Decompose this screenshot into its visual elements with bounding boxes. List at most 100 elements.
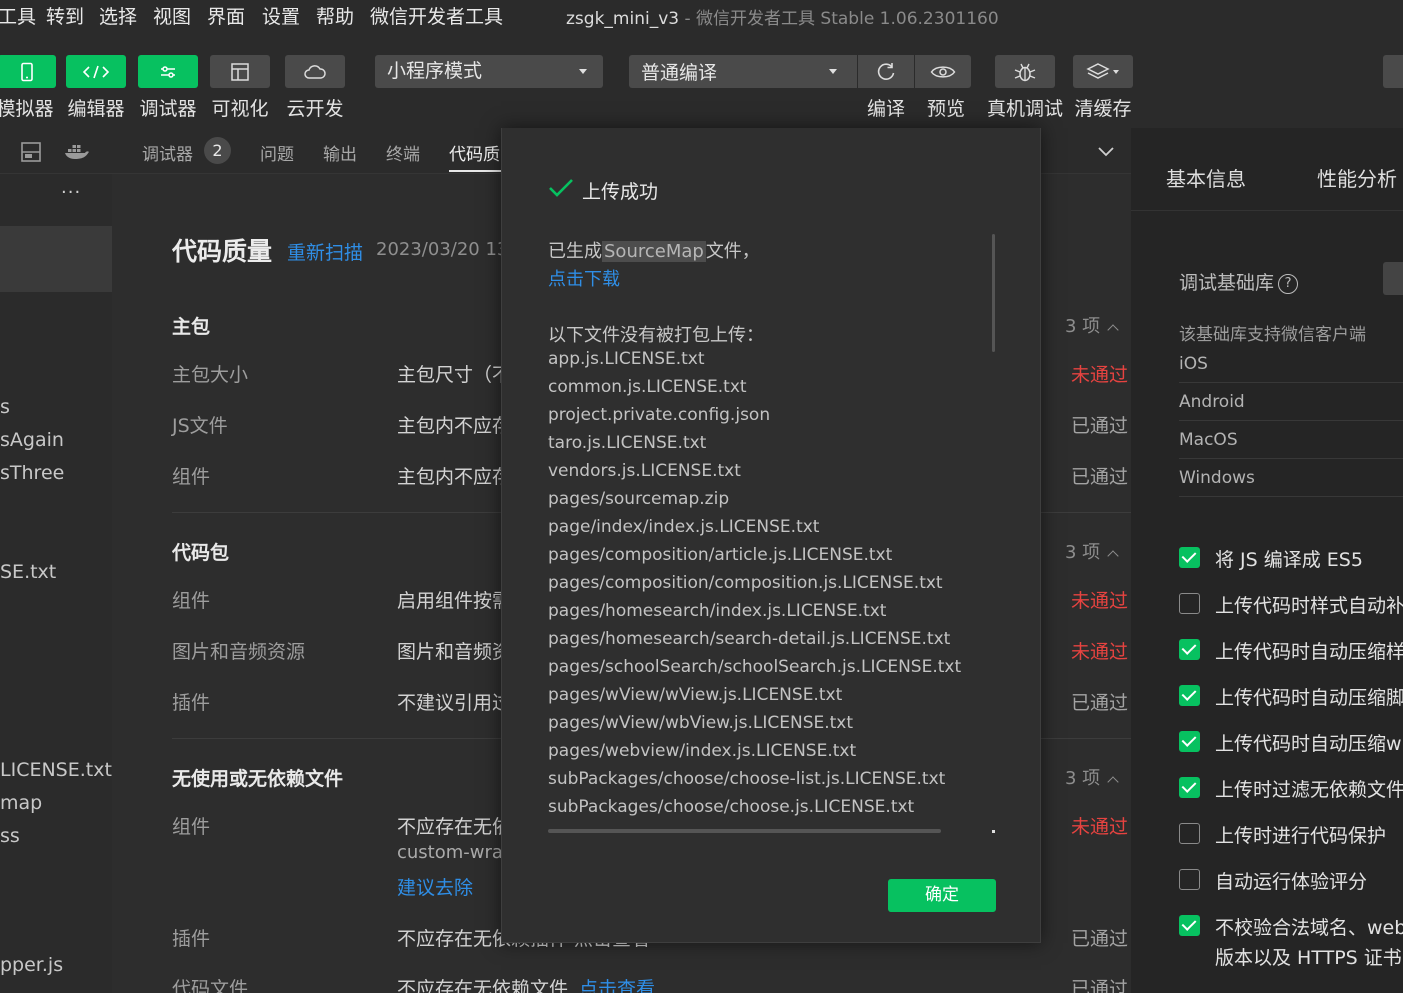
compile-button[interactable] [858, 55, 914, 88]
check-name: 图片和音频资源 [172, 641, 306, 663]
check-desc: 主包尺寸（不 [397, 364, 512, 386]
checkbox-minify-style[interactable] [1179, 639, 1200, 660]
menu-interface[interactable]: 界面 [207, 2, 245, 29]
section-count[interactable]: 3 项 [1065, 538, 1119, 564]
check-desc: 主包内不应存 [397, 466, 512, 488]
section-count[interactable]: 3 项 [1065, 312, 1119, 338]
list-item: subPackages/choose/choose-list.js.LICENS… [548, 769, 946, 789]
file-item[interactable]: sAgain [0, 429, 64, 451]
file-item[interactable]: map [0, 792, 42, 814]
checkbox-minify-wxml[interactable] [1179, 731, 1200, 752]
tab-performance[interactable]: 性能分析 [1317, 163, 1397, 192]
tab-debugger[interactable]: 调试器 [142, 140, 193, 165]
phone-icon [21, 62, 33, 81]
unpacked-file-list[interactable]: app.js.LICENSE.txt common.js.LICENSE.txt… [548, 349, 968, 831]
status-badge: 未通过 [1071, 641, 1129, 663]
vertical-scrollbar-thumb[interactable] [992, 234, 995, 352]
selected-file-row[interactable] [0, 226, 112, 292]
layers-icon [1086, 62, 1119, 79]
file-item[interactable]: pper.js [0, 954, 63, 976]
menu-wechat-devtools[interactable]: 微信开发者工具 [370, 2, 503, 29]
divider [1179, 458, 1403, 459]
debugger-label: 调试器 [139, 98, 197, 120]
layout-panel-icon[interactable] [20, 141, 42, 163]
section-title-code-package: 代码包 [172, 542, 230, 564]
checkbox-minify-script[interactable] [1179, 685, 1200, 706]
download-link[interactable]: 点击下载 [548, 265, 620, 291]
tab-basic-info[interactable]: 基本信息 [1166, 163, 1246, 192]
menu-help[interactable]: 帮助 [316, 2, 354, 29]
horizontal-scrollbar-thumb[interactable] [548, 829, 941, 833]
editor-toggle-button[interactable] [66, 55, 126, 88]
list-item: pages/homesearch/search-detail.js.LICENS… [548, 629, 951, 649]
list-item: vendors.js.LICENSE.txt [548, 461, 741, 481]
page-title: 代码质量 [172, 237, 273, 266]
clear-cache-button[interactable] [1073, 55, 1133, 88]
app-name: - 微信开发者工具 Stable 1.06.2301160 [684, 9, 999, 29]
check-name: 插件 [172, 692, 211, 714]
compile-label: 编译 [866, 98, 905, 120]
checkbox-filter-unused[interactable] [1179, 777, 1200, 798]
file-item[interactable]: s [0, 396, 10, 418]
checkbox-style-autoprefix[interactable] [1179, 593, 1200, 614]
preview-button[interactable] [915, 55, 971, 88]
support-label: 该基础库支持微信客户端 [1179, 325, 1366, 345]
menu-goto[interactable]: 转到 [46, 2, 84, 29]
chevron-up-icon [1107, 776, 1119, 788]
help-icon[interactable]: ? [1278, 274, 1299, 294]
list-item: pages/composition/article.js.LICENSE.txt [548, 545, 893, 565]
tab-issues[interactable]: 问题 [260, 140, 294, 165]
layout-icon [231, 62, 249, 81]
simulator-label: 模拟器 [0, 98, 54, 120]
chevron-down-icon[interactable] [1097, 146, 1115, 158]
mode-select[interactable]: 小程序模式 [375, 55, 603, 88]
confirm-button[interactable]: 确定 [888, 879, 996, 912]
divider [1179, 382, 1403, 383]
debug-lib-label: 调试基础库? [1179, 268, 1299, 296]
tab-code-quality[interactable]: 代码质 [449, 140, 500, 165]
menu-tools[interactable]: 工具 [0, 2, 36, 29]
upload-button[interactable] [1383, 55, 1403, 88]
not-packed-label: 以下文件没有被打包上传： [548, 325, 764, 346]
preview-label: 预览 [926, 98, 965, 120]
menu-view[interactable]: 视图 [153, 2, 191, 29]
check-desc: 图片和音频资 [397, 641, 512, 663]
debugger-count-badge: 2 [204, 137, 231, 164]
cloud-dev-label: 云开发 [286, 98, 344, 120]
suggest-remove-link[interactable]: 建议去除 [397, 873, 473, 900]
os-android: Android [1179, 392, 1245, 412]
status-badge: 未通过 [1071, 590, 1129, 612]
cloud-dev-button[interactable] [285, 55, 345, 88]
file-item[interactable]: sThree [0, 462, 64, 484]
tab-terminal[interactable]: 终端 [386, 140, 420, 165]
option-label: 将 JS 编译成 ES5 [1215, 549, 1363, 571]
file-item[interactable]: LICENSE.txt [0, 759, 112, 781]
menu-settings[interactable]: 设置 [262, 2, 300, 29]
upload-success-dialog: 上传成功 已生成 SourceMap 文件， 点击下载 以下文件没有被打包上传： a… [501, 128, 1041, 943]
check-desc: 不应存在无依 [397, 816, 512, 838]
active-tab-indicator [449, 170, 501, 172]
visual-toggle-button[interactable] [210, 55, 270, 88]
view-link[interactable]: 点击查看 [579, 974, 655, 993]
option-label: 上传时进行代码保护 [1215, 825, 1387, 847]
debugger-toggle-button[interactable] [138, 55, 198, 88]
simulator-toggle-button[interactable] [0, 55, 56, 88]
option-label: 自动运行体验评分 [1215, 871, 1368, 893]
checkbox-es5[interactable] [1179, 547, 1200, 568]
debug-lib-select[interactable] [1383, 262, 1403, 295]
file-item[interactable]: SE.txt [0, 561, 56, 583]
checkbox-skip-domain-check[interactable] [1179, 915, 1200, 936]
rescan-link[interactable]: 重新扫描 [287, 238, 363, 265]
more-icon[interactable]: ··· [61, 182, 81, 203]
file-item[interactable]: ss [0, 825, 20, 847]
checkbox-code-protect[interactable] [1179, 823, 1200, 844]
docker-icon[interactable] [64, 142, 90, 162]
checkbox-auto-audit[interactable] [1179, 869, 1200, 890]
real-device-debug-button[interactable] [995, 55, 1055, 88]
compile-select[interactable]: 普通编译 [629, 55, 857, 88]
check-detail: custom-wra [397, 842, 503, 863]
section-count[interactable]: 3 项 [1065, 764, 1119, 790]
list-item: pages/webview/index.js.LICENSE.txt [548, 741, 857, 761]
tab-output[interactable]: 输出 [323, 140, 357, 165]
menu-select[interactable]: 选择 [99, 2, 137, 29]
